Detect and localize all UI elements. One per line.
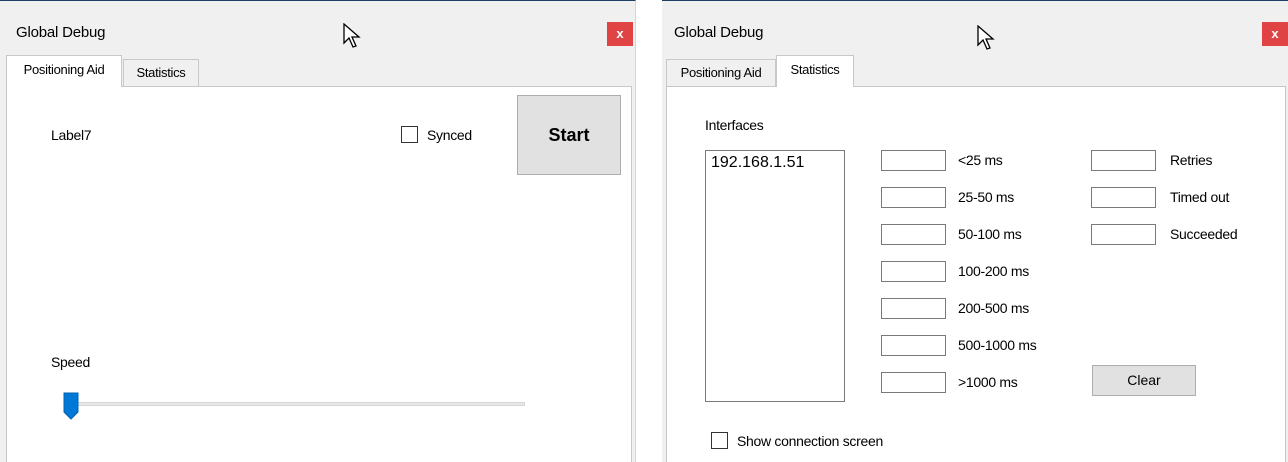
tab-positioning-aid[interactable]: Positioning Aid [666,59,776,86]
latency-200-500-field[interactable] [881,298,946,319]
timed-out-label: Timed out [1170,189,1230,205]
latency-500-1000-label: 500-1000 ms [958,337,1037,353]
succeeded-label: Succeeded [1170,226,1238,242]
tab-positioning-aid[interactable]: Positioning Aid [6,55,122,87]
list-item[interactable]: 192.168.1.51 [711,154,804,172]
latency-under-25-label: <25 ms [958,152,1003,168]
window-title: Global Debug [16,24,106,41]
latency-500-1000-field[interactable] [881,335,946,356]
title-bar[interactable]: Global Debug x [662,1,1288,54]
interfaces-label: Interfaces [705,117,764,133]
show-connection-screen-label: Show connection screen [737,433,883,449]
close-button[interactable]: x [607,22,633,46]
retries-label: Retries [1170,152,1213,168]
global-debug-window-right: Global Debug x Positioning Aid Statistic… [662,0,1288,462]
mouse-cursor-icon [977,25,995,50]
show-connection-screen-checkbox[interactable] [711,432,728,449]
speed-label: Speed [51,354,90,370]
mouse-cursor-icon [343,23,361,48]
latency-50-100-label: 50-100 ms [958,226,1022,242]
succeeded-field[interactable] [1091,224,1156,245]
tab-statistics[interactable]: Statistics [123,59,199,86]
window-title: Global Debug [674,24,764,41]
title-bar[interactable]: Global Debug x [0,1,635,54]
latency-over-1000-label: >1000 ms [958,374,1018,390]
close-button[interactable]: x [1262,22,1288,46]
retries-field[interactable] [1091,150,1156,171]
latency-50-100-field[interactable] [881,224,946,245]
synced-label: Synced [427,127,472,143]
synced-checkbox[interactable] [401,126,418,143]
interfaces-listbox[interactable]: 192.168.1.51 [705,150,845,402]
global-debug-window-left: Global Debug x Positioning Aid Statistic… [0,0,636,462]
latency-25-50-label: 25-50 ms [958,189,1014,205]
tab-statistics[interactable]: Statistics [776,55,854,87]
latency-over-1000-field[interactable] [881,372,946,393]
start-button[interactable]: Start [517,95,621,175]
positioning-aid-panel: Label7 Synced Start Speed [6,86,632,462]
latency-100-200-field[interactable] [881,261,946,282]
clear-button[interactable]: Clear [1092,365,1196,396]
latency-200-500-label: 200-500 ms [958,300,1029,316]
speed-slider-track[interactable] [71,402,525,406]
latency-100-200-label: 100-200 ms [958,263,1029,279]
timed-out-field[interactable] [1091,187,1156,208]
latency-under-25-field[interactable] [881,150,946,171]
latency-25-50-field[interactable] [881,187,946,208]
label7-text: Label7 [51,127,92,143]
statistics-panel: Interfaces 192.168.1.51 <25 ms 25-50 ms … [666,86,1286,462]
speed-slider-thumb[interactable] [63,392,79,420]
